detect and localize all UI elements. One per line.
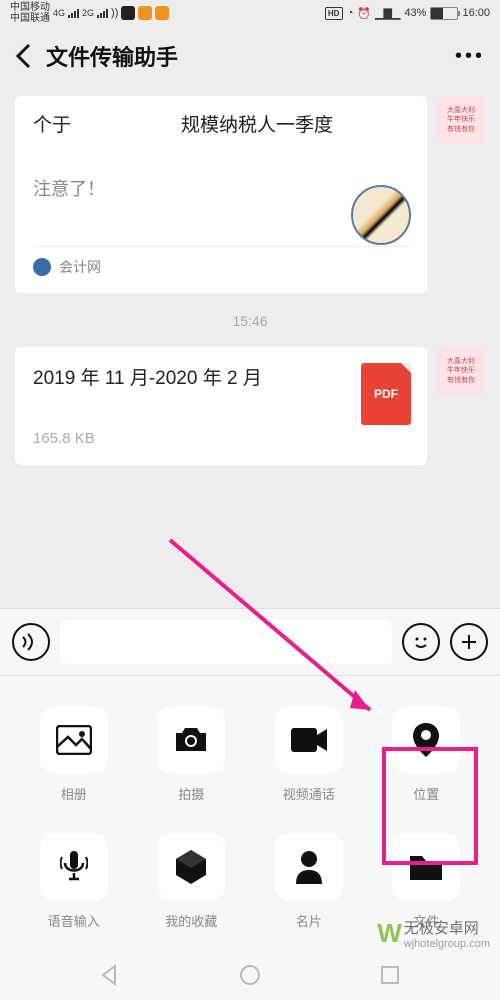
emoji-button[interactable] (402, 623, 440, 661)
app-icon-3 (155, 6, 169, 20)
voice-wave-icon: )) (111, 7, 118, 19)
attach-contact[interactable]: 名片 (255, 833, 363, 930)
file-size: 165.8 KB (33, 430, 409, 447)
signal-icon-1 (68, 9, 79, 18)
message-2[interactable]: 2019 年 11 月-2020 年 2 月 165.8 KB PDF 大喜大利… (15, 347, 485, 465)
watermark-logo: W (377, 918, 399, 949)
source-icon (33, 258, 51, 276)
nav-home-icon[interactable] (239, 964, 261, 986)
attach-camera[interactable]: 拍摄 (138, 706, 246, 803)
carrier-1: 中国移动 (10, 2, 50, 13)
net-2: 2G (82, 8, 94, 18)
eye-icon: ◔ (347, 7, 354, 19)
attach-voice[interactable]: 语音输入 (20, 833, 128, 930)
pdf-icon: PDF (361, 363, 411, 425)
attach-video[interactable]: 视频通话 (255, 706, 363, 803)
nav-back-icon[interactable] (99, 964, 121, 986)
system-navbar (0, 950, 500, 1000)
plus-button[interactable] (450, 623, 488, 661)
alarm-icon: ⏰ (357, 7, 371, 20)
page-title: 文件传输助手 (46, 40, 455, 72)
msg1-thumb (351, 185, 411, 245)
attach-file[interactable]: 文件 (373, 833, 481, 930)
voice-toggle-button[interactable] (12, 623, 50, 661)
watermark: W 无极安卓网 wjhotelgroup.com (377, 917, 490, 950)
battery-pct: 43% (404, 7, 426, 19)
signal-icon-2 (97, 9, 108, 18)
avatar-1[interactable]: 大喜大利牛年快乐有钱有你 (437, 96, 485, 144)
attachment-grid: 相册 拍摄 视频通话 位置 语音输入 我的收藏 名片 文件 (0, 676, 500, 950)
app-icon-1 (121, 6, 135, 20)
attach-location[interactable]: 位置 (373, 706, 481, 803)
net-1: 4G (53, 8, 65, 18)
msg1-subtitle: 注意了！ (33, 175, 409, 201)
attach-photo[interactable]: 相册 (20, 706, 128, 803)
avatar-2[interactable]: 大喜大利牛年快乐有钱有你 (437, 347, 485, 395)
chat-area[interactable]: 个于规模纳税人一季度 注意了！ 会计网 大喜大利牛年快乐有钱有你 15:46 2… (0, 86, 500, 495)
source-name: 会计网 (59, 257, 101, 277)
clock: 16:00 (462, 7, 490, 19)
timestamp: 15:46 (15, 313, 485, 329)
message-1[interactable]: 个于规模纳税人一季度 注意了！ 会计网 大喜大利牛年快乐有钱有你 (15, 96, 485, 293)
attach-favorite[interactable]: 我的收藏 (138, 833, 246, 930)
message-input[interactable] (60, 620, 392, 664)
battery-icon (430, 7, 458, 20)
vibrate-icon: ▁▇▁ (375, 7, 400, 20)
app-icon-2 (138, 6, 152, 20)
nav-recent-icon[interactable] (379, 964, 401, 986)
status-bar: 中国移动 中国联通 4G 2G )) HD ◔ ⏰ ▁▇▁ 43% 16:00 (0, 0, 500, 26)
nav-bar: 文件传输助手 ••• (0, 26, 500, 86)
more-icon[interactable]: ••• (455, 45, 485, 68)
hd-icon: HD (325, 7, 343, 20)
carrier-2: 中国联通 (10, 13, 50, 24)
back-icon[interactable] (15, 43, 31, 69)
